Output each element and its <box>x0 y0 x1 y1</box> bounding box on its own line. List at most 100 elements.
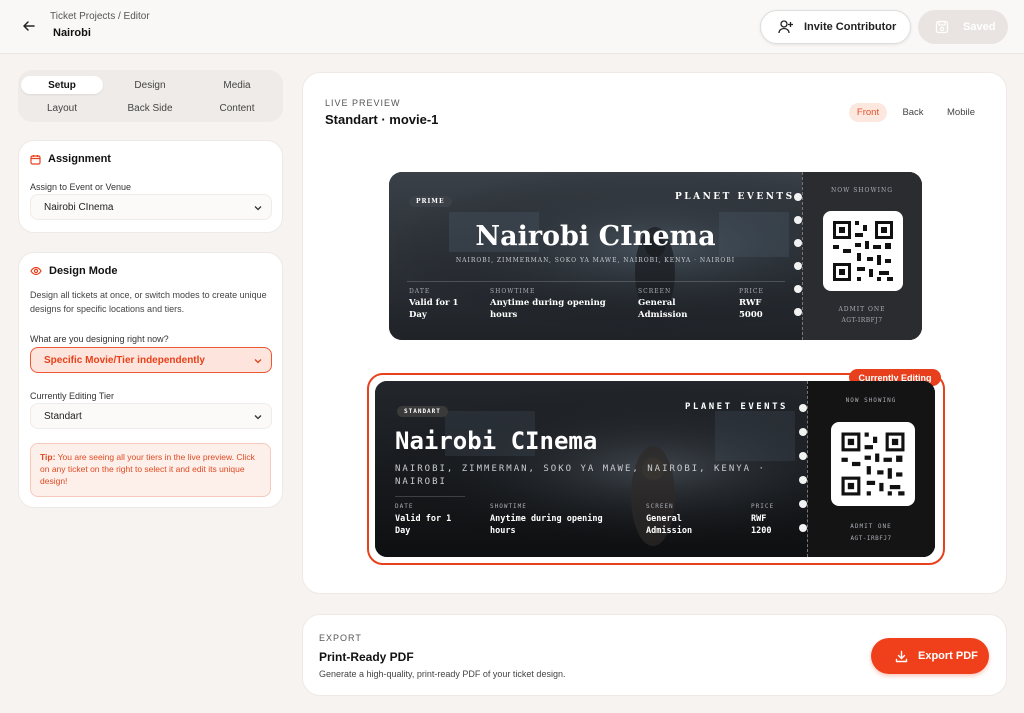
export-button-label: Export PDF <box>918 650 978 662</box>
venue-address: NAIROBI, ZIMMERMAN, SOKO YA MAWE, NAIROB… <box>395 464 766 487</box>
assignment-heading-text: Assignment <box>48 153 111 165</box>
admit-one-label: ADMIT ONE <box>850 523 892 530</box>
design-mode-select[interactable]: Specific Movie/Tier independently <box>30 347 272 373</box>
divider <box>395 496 465 497</box>
design-mode-heading-text: Design Mode <box>49 265 118 277</box>
assignment-heading: Assignment <box>30 153 111 165</box>
add-user-icon <box>778 20 793 34</box>
view-mobile-button[interactable]: Mobile <box>941 103 981 122</box>
venue-select[interactable]: Nairobi CInema <box>30 194 272 220</box>
design-mode-heading: Design Mode <box>30 265 117 277</box>
now-showing-label: NOW SHOWING <box>830 187 894 194</box>
ticket-code: AGT-IRBFJ7 <box>841 317 883 324</box>
perforation-dot <box>794 308 802 316</box>
breadcrumb: Ticket Projects / Editor <box>50 11 150 22</box>
eye-icon <box>30 266 42 276</box>
export-label: EXPORT <box>319 633 362 643</box>
price-value: RWF 1200 <box>751 514 772 536</box>
tab-layout[interactable]: Layout <box>21 99 103 117</box>
tip-text: You are seeing all your tiers in the liv… <box>40 452 255 486</box>
perforation-dot <box>799 428 807 436</box>
tab-design[interactable]: Design <box>109 76 191 94</box>
organizer-name: PLANET EVENTS <box>685 402 788 412</box>
design-mode-value: Specific Movie/Tier independently <box>44 354 205 366</box>
design-mode-description: Design all tickets at once, or switch mo… <box>30 290 267 314</box>
live-preview-panel: LIVE PREVIEW Standart · movie-1 Front Ba… <box>302 72 1007 594</box>
saved-button[interactable]: Saved <box>918 10 1008 44</box>
perforation-dot <box>799 500 807 508</box>
page-title: Nairobi <box>53 27 91 39</box>
date-value: Valid for 1 Day <box>409 298 459 320</box>
chevron-down-icon <box>254 206 262 211</box>
ticket-prime[interactable]: PRIME PLANET EVENTS Nairobi CInema NAIRO… <box>389 172 922 340</box>
export-card: EXPORT Print-Ready PDF Generate a high-q… <box>302 614 1007 696</box>
price-key: PRICE <box>751 503 775 510</box>
export-title: Print-Ready PDF <box>319 650 414 664</box>
screen-value: General Admission <box>646 514 693 536</box>
tip-box: Tip: You are seeing all your tiers in th… <box>30 443 271 497</box>
tier-select-value: Standart <box>44 410 82 422</box>
perforation-dot <box>794 285 802 293</box>
venue-name: Nairobi CInema <box>395 427 598 455</box>
design-question-label: What are you designing right now? <box>30 334 169 344</box>
tier-badge: STANDART <box>397 406 448 417</box>
editor-tabs: Setup Design Media Layout Back Side Cont… <box>18 70 283 122</box>
screen-key: SCREEN <box>646 503 674 510</box>
ticket-code: AGT-IRBFJ7 <box>850 535 892 542</box>
tear-line <box>802 172 803 340</box>
tier-badge: PRIME <box>409 196 452 207</box>
save-disk-icon <box>935 20 949 34</box>
perforation-dot <box>799 404 807 412</box>
tear-line <box>807 381 808 557</box>
screen-value: General Admission <box>638 298 688 320</box>
perforation-dot <box>794 193 802 201</box>
screen-key: SCREEN <box>638 288 672 295</box>
download-icon <box>895 650 908 662</box>
tier-label: Currently Editing Tier <box>30 391 115 401</box>
tab-content[interactable]: Content <box>196 99 278 117</box>
qr-code-icon <box>833 221 893 281</box>
assignment-label: Assign to Event or Venue <box>30 182 132 192</box>
chevron-down-icon <box>254 415 262 420</box>
date-key: DATE <box>395 503 414 510</box>
qr-code-icon <box>841 432 905 496</box>
view-back-button[interactable]: Back <box>895 103 931 122</box>
saved-label: Saved <box>963 21 996 33</box>
organizer-name: PLANET EVENTS <box>675 192 795 202</box>
showtime-value: Anytime during opening hours <box>490 514 603 536</box>
assignment-card: Assignment Assign to Event or Venue Nair… <box>18 140 283 233</box>
price-key: PRICE <box>739 288 764 295</box>
top-bar: Ticket Projects / Editor Nairobi Invite … <box>0 0 1024 54</box>
admit-one-label: ADMIT ONE <box>838 306 886 313</box>
ticket-standart[interactable]: STANDART PLANET EVENTS Nairobi CInema NA… <box>375 381 935 557</box>
tab-media[interactable]: Media <box>196 76 278 94</box>
calendar-icon <box>30 154 41 165</box>
showtime-key: SHOWTIME <box>490 288 536 295</box>
divider <box>407 281 785 282</box>
preview-title: Standart · movie-1 <box>325 112 439 127</box>
export-description: Generate a high-quality, print-ready PDF… <box>319 669 566 679</box>
design-mode-card: Design Mode Design all tickets at once, … <box>18 252 283 508</box>
showtime-value: Anytime during opening hours <box>490 298 606 320</box>
tier-select[interactable]: Standart <box>30 403 272 429</box>
date-value: Valid for 1 Day <box>395 514 452 536</box>
now-showing-label: NOW SHOWING <box>845 397 897 404</box>
invite-contributor-button[interactable]: Invite Contributor <box>760 10 911 44</box>
view-front-button[interactable]: Front <box>849 103 887 122</box>
tip-label: Tip: <box>40 452 56 462</box>
qr-code <box>823 211 903 291</box>
tab-setup[interactable]: Setup <box>21 76 103 94</box>
export-pdf-button[interactable]: Export PDF <box>871 638 989 674</box>
venue-address: NAIROBI, ZIMMERMAN, SOKO YA MAWE, NAIROB… <box>455 257 736 264</box>
date-key: DATE <box>409 288 431 295</box>
chevron-down-icon <box>254 359 262 364</box>
back-arrow-icon[interactable] <box>20 17 38 35</box>
perforation-dot <box>799 452 807 460</box>
preview-label: LIVE PREVIEW <box>325 98 401 108</box>
perforation-dot <box>799 524 807 532</box>
qr-code <box>831 422 915 506</box>
showtime-key: SHOWTIME <box>490 503 527 510</box>
tab-back-side[interactable]: Back Side <box>109 99 191 117</box>
invite-label: Invite Contributor <box>804 21 897 33</box>
venue-select-value: Nairobi CInema <box>44 201 114 213</box>
